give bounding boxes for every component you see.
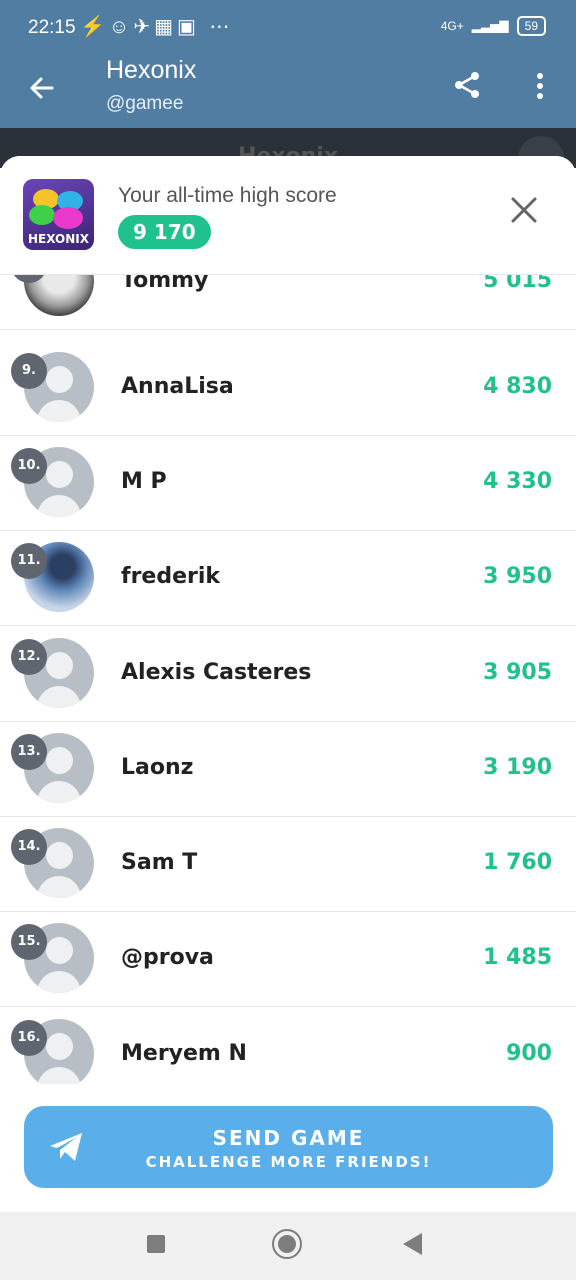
list-item[interactable]: 14. Sam T 1 760 [0,816,576,912]
list-item[interactable]: 8. Tommy 5 015 [0,274,576,330]
back-arrow-icon[interactable] [22,68,62,108]
player-name: Tommy [121,274,209,293]
recent-apps-icon[interactable] [147,1235,165,1253]
player-score: 3 950 [483,564,552,589]
player-score: 3 905 [483,660,552,685]
app-bar: Hexonix @gamee [0,56,576,128]
list-item[interactable]: 15. @prova 1 485 [0,911,576,1007]
nav-back-icon[interactable] [403,1233,422,1255]
signal-icon: ▂▃▅▇ [471,19,509,33]
list-item[interactable]: 11. frederik 3 950 [0,530,576,626]
leaderboard-list[interactable]: 8. Tommy 5 015 9. AnnaLisa 4 830 10. M P… [0,274,576,1084]
rank-badge: 11. [11,543,47,579]
player-score: 1 485 [483,945,552,970]
high-score-badge: 9 170 [118,215,211,249]
battery-icon: 59 [516,16,546,36]
player-score: 3 190 [483,755,552,780]
system-nav-bar [0,1212,576,1280]
app-subtitle: @gamee [106,93,184,114]
app-title: Hexonix [106,56,197,84]
more-options-icon[interactable] [528,70,552,104]
rank-badge: 14. [11,829,47,865]
list-item[interactable]: 9. AnnaLisa 4 830 [0,340,576,436]
status-time: 22:15 [28,17,76,38]
player-name: AnnaLisa [121,374,234,399]
player-name: Alexis Casteres [121,660,312,685]
list-item[interactable]: 10. M P 4 330 [0,435,576,531]
player-name: M P [121,469,167,494]
send-game-button[interactable]: SEND GAME CHALLENGE MORE FRIENDS! [24,1106,553,1188]
rank-badge: 16. [11,1020,47,1056]
rank-badge: 15. [11,924,47,960]
player-name: Sam T [121,850,198,875]
player-name: Laonz [121,755,194,780]
player-name: @prova [121,945,214,970]
list-item[interactable]: 13. Laonz 3 190 [0,721,576,817]
high-score-label: Your all-time high score [118,184,337,207]
player-name: frederik [121,564,221,589]
player-score: 900 [506,1041,552,1066]
player-score: 4 330 [483,469,552,494]
list-item[interactable]: 16. Meryem N 900 [0,1007,576,1084]
player-score: 4 830 [483,374,552,399]
status-notification-icons: ⚡☺✈▦▣ ⋯ [80,16,234,38]
game-logo-text: HEXONIX [27,232,90,246]
home-icon[interactable] [272,1229,302,1259]
top-bar: 22:15 ⚡☺✈▦▣ ⋯ 4G+ ▂▃▅▇ 59 Hexonix @gamee [0,0,576,128]
send-game-label: SEND GAME [212,1126,365,1150]
rank-badge: 12. [11,639,47,675]
leaderboard-sheet: HEXONIX Your all-time high score 9 170 8… [0,156,576,1212]
rank-badge: 9. [11,353,47,389]
status-right: 4G+ ▂▃▅▇ 59 [441,16,546,36]
sheet-header: HEXONIX Your all-time high score 9 170 [0,156,576,275]
player-name: Meryem N [121,1041,247,1066]
rank-badge: 13. [11,734,47,770]
game-logo: HEXONIX [23,179,94,250]
list-item[interactable]: 12. Alexis Casteres 3 905 [0,626,576,722]
close-icon[interactable] [508,194,540,226]
send-game-sublabel: CHALLENGE MORE FRIENDS! [145,1153,432,1171]
player-score: 1 760 [483,850,552,875]
share-icon[interactable] [450,68,484,102]
player-score: 5 015 [483,274,552,293]
network-icon: 4G+ [440,19,464,33]
rank-badge: 10. [11,448,47,484]
status-bar: 22:15 ⚡☺✈▦▣ ⋯ 4G+ ▂▃▅▇ 59 [0,0,576,56]
